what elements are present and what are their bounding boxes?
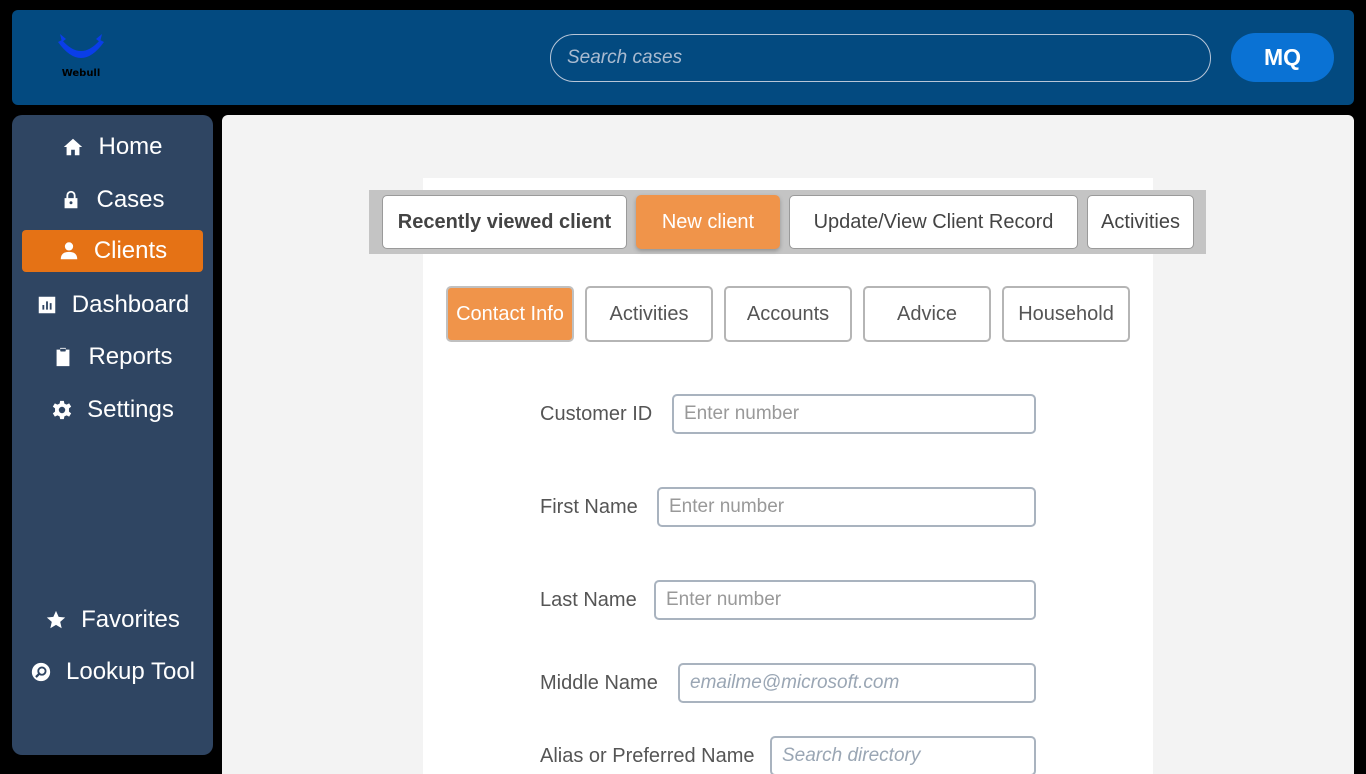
subtab-contact-info[interactable]: Contact Info <box>446 286 574 342</box>
sidebar-item-label: Settings <box>87 396 174 423</box>
sidebar-item-label: Dashboard <box>71 291 190 318</box>
alias-label: Alias or Preferred Name <box>540 745 755 767</box>
tab-label: Update/View Client Record <box>813 210 1054 233</box>
customer-id-field[interactable] <box>672 394 1036 434</box>
tab-label: Recently viewed client <box>397 210 612 233</box>
user-initials: MQ <box>1263 44 1302 70</box>
star-icon <box>46 610 66 629</box>
sidebar-item-label: Reports <box>88 343 173 370</box>
subtab-activities[interactable]: Activities <box>585 286 713 342</box>
sidebar-item-label: Home <box>98 133 163 160</box>
sidebar-item-favorites[interactable]: Favorites <box>22 599 203 641</box>
last-name-field[interactable] <box>654 580 1036 620</box>
subtab-accounts[interactable]: Accounts <box>724 286 852 342</box>
tab-activities[interactable]: Activities <box>1087 195 1194 249</box>
bar-chart-icon <box>38 296 56 314</box>
customer-id-label: Customer ID <box>540 403 653 425</box>
sidebar-item-label: Cases <box>96 186 165 213</box>
subtab-household[interactable]: Household <box>1002 286 1130 342</box>
sidebar-item-label: Lookup Tool <box>66 658 195 685</box>
sidebar: Home Cases Clients Dashboard Reports Set… <box>12 115 213 755</box>
search-input[interactable] <box>550 34 1211 82</box>
home-icon <box>64 138 83 156</box>
last-name-label: Last Name <box>540 589 637 611</box>
alias-field[interactable] <box>770 736 1036 774</box>
sidebar-item-dashboard[interactable]: Dashboard <box>22 284 203 326</box>
client-tab-bar: Recently viewed client New client Update… <box>369 190 1206 254</box>
sidebar-item-clients[interactable]: Clients <box>22 230 203 272</box>
subtab-label: Accounts <box>746 302 830 325</box>
sidebar-item-settings[interactable]: Settings <box>22 389 203 431</box>
tab-update-view-client-record[interactable]: Update/View Client Record <box>789 195 1078 249</box>
sidebar-item-label: Clients <box>93 237 168 264</box>
gear-icon <box>52 400 72 420</box>
subtab-label: Contact Info <box>456 302 564 325</box>
webull-logo-icon <box>58 34 104 58</box>
user-avatar-button[interactable]: MQ <box>1231 33 1334 82</box>
tab-recently-viewed-client[interactable]: Recently viewed client <box>382 195 627 249</box>
first-name-field[interactable] <box>657 487 1036 527</box>
lock-icon <box>65 190 78 209</box>
clipboard-icon <box>57 347 70 367</box>
sidebar-item-cases[interactable]: Cases <box>22 179 203 221</box>
tab-label: Activities <box>1101 210 1180 233</box>
sidebar-item-reports[interactable]: Reports <box>22 336 203 378</box>
first-name-label: First Name <box>540 496 638 518</box>
webull-logo[interactable]: Webull <box>56 34 106 84</box>
middle-name-label: Middle Name <box>540 672 658 694</box>
logo-text: Webull <box>61 68 101 79</box>
subtab-advice[interactable]: Advice <box>863 286 991 342</box>
tab-label: New client <box>661 210 755 233</box>
subtab-label: Activities <box>609 302 689 325</box>
middle-name-field[interactable] <box>678 663 1036 703</box>
sidebar-item-label: Favorites <box>81 606 180 633</box>
subtab-label: Advice <box>896 302 958 325</box>
main-content: Recently viewed client New client Update… <box>222 115 1354 774</box>
person-icon <box>60 242 78 260</box>
top-header: Webull MQ <box>12 10 1354 105</box>
magnifier-icon <box>31 662 51 682</box>
sidebar-item-lookup-tool[interactable]: Lookup Tool <box>22 651 203 693</box>
subtab-label: Household <box>1018 302 1114 325</box>
tab-new-client[interactable]: New client <box>636 195 780 249</box>
sidebar-item-home[interactable]: Home <box>22 126 203 168</box>
